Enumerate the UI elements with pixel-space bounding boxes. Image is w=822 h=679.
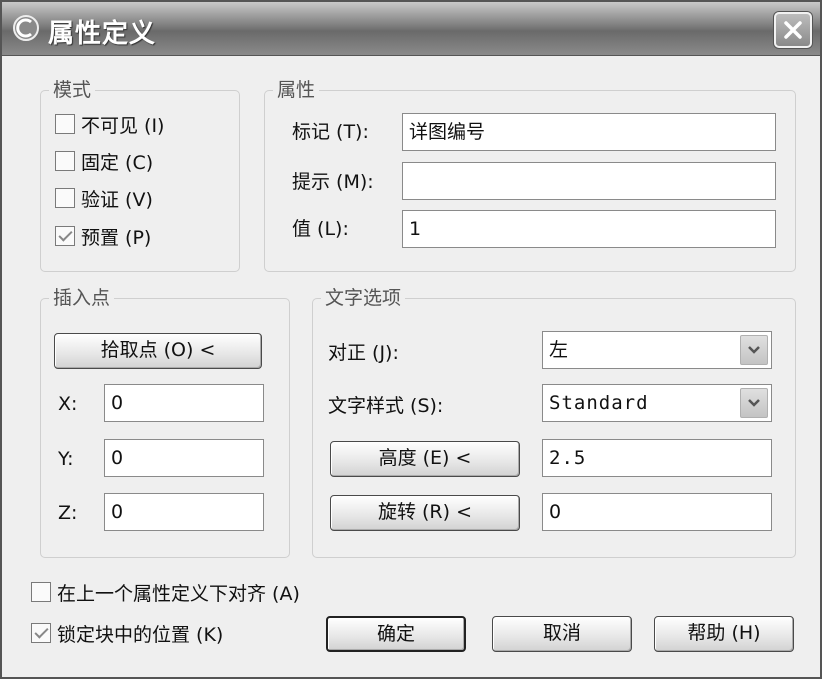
ok-button[interactable]: 确定: [326, 616, 466, 652]
height-input[interactable]: 2.5: [542, 439, 772, 477]
help-button[interactable]: 帮助 (H): [654, 616, 794, 652]
tag-input[interactable]: 详图编号: [402, 113, 776, 151]
insertion-point-group-title: 插入点: [49, 286, 115, 310]
justify-select[interactable]: 左: [542, 331, 772, 369]
constant-checkbox[interactable]: 固定 (C): [55, 147, 153, 175]
cancel-button[interactable]: 取消: [492, 616, 632, 652]
prompt-input[interactable]: [402, 162, 776, 200]
invisible-checkbox[interactable]: 不可见 (I): [55, 110, 164, 138]
height-button[interactable]: 高度 (E) <: [330, 441, 520, 477]
attribute-group-title: 属性: [273, 78, 320, 102]
lock-position-checkbox-label: 锁定块中的位置 (K): [57, 623, 224, 646]
app-icon: [13, 15, 39, 41]
preset-checkbox[interactable]: 预置 (P): [55, 222, 151, 250]
pick-point-button[interactable]: 拾取点 (O) <: [54, 333, 262, 369]
verify-checkbox[interactable]: 验证 (V): [55, 184, 153, 212]
preset-checkbox-label: 预置 (P): [81, 226, 152, 249]
rotation-input[interactable]: 0: [542, 493, 772, 531]
tag-label: 标记 (T):: [292, 121, 369, 143]
text-style-dropdown-button[interactable]: [740, 388, 768, 418]
y-label: Y:: [58, 448, 74, 470]
x-label: X:: [58, 393, 78, 415]
verify-checkbox-label: 验证 (V): [81, 188, 153, 211]
justify-dropdown-button[interactable]: [740, 335, 768, 365]
constant-checkbox-box[interactable]: [55, 151, 75, 171]
value-label: 值 (L):: [292, 218, 349, 240]
y-input[interactable]: 0: [104, 439, 264, 477]
value-input[interactable]: 1: [402, 210, 776, 248]
verify-checkbox-box[interactable]: [55, 188, 75, 208]
rotation-button[interactable]: 旋转 (R) <: [330, 495, 520, 531]
justify-select-value: 左: [549, 339, 569, 361]
z-label: Z:: [58, 502, 78, 524]
x-input[interactable]: 0: [104, 384, 264, 422]
z-input[interactable]: 0: [104, 493, 264, 531]
constant-checkbox-label: 固定 (C): [81, 151, 154, 174]
text-options-group-title: 文字选项: [321, 286, 406, 310]
invisible-checkbox-box[interactable]: [55, 114, 75, 134]
preset-checkbox-box[interactable]: [55, 226, 75, 246]
close-button[interactable]: [774, 12, 812, 48]
text-style-select[interactable]: Standard: [542, 384, 772, 422]
attribute-definition-dialog: 属性定义 模式 不可见 (I) 固定 (C) 验证 (V) 预置 (P) 属性 …: [0, 0, 822, 679]
align-below-checkbox-box[interactable]: [31, 582, 51, 602]
invisible-checkbox-label: 不可见 (I): [81, 114, 165, 137]
lock-position-checkbox-box[interactable]: [31, 623, 51, 643]
text-style-label: 文字样式 (S):: [328, 395, 444, 417]
lock-position-checkbox[interactable]: 锁定块中的位置 (K): [31, 619, 223, 647]
mode-group-title: 模式: [49, 78, 96, 102]
text-style-select-value: Standard: [549, 392, 649, 414]
justify-label: 对正 (J):: [328, 342, 399, 364]
window-title: 属性定义: [48, 19, 157, 49]
align-below-checkbox-label: 在上一个属性定义下对齐 (A): [57, 582, 300, 605]
chevron-down-icon: [748, 346, 760, 354]
align-below-checkbox[interactable]: 在上一个属性定义下对齐 (A): [31, 578, 300, 606]
close-icon: [784, 21, 802, 39]
title-bar[interactable]: 属性定义: [2, 2, 820, 56]
prompt-label: 提示 (M):: [292, 171, 374, 193]
chevron-down-icon: [748, 399, 760, 407]
